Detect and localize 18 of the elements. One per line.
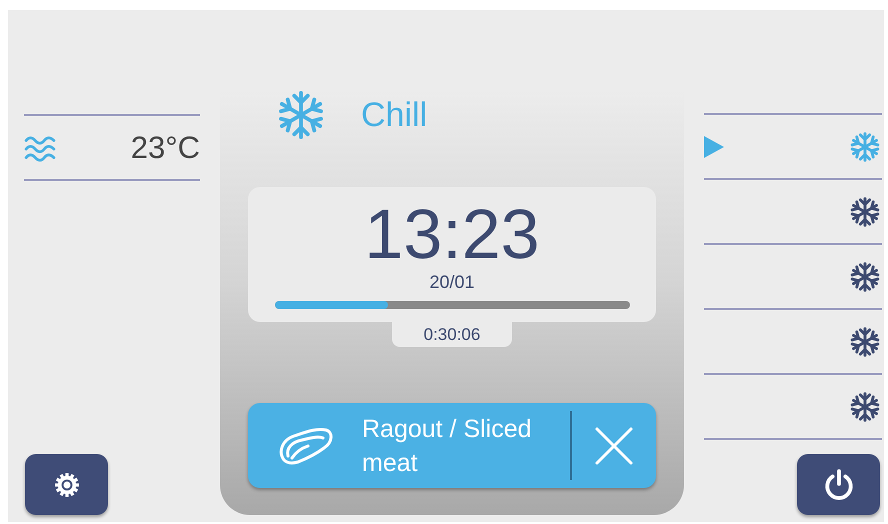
snowflake-icon <box>850 132 880 162</box>
snowflake-icon <box>850 262 880 292</box>
clock-date: 20/01 <box>429 271 475 293</box>
play-icon <box>704 136 724 158</box>
power-button[interactable] <box>797 454 880 515</box>
remaining-time: 0:30:06 <box>424 324 480 344</box>
program-label: Ragout / Sliced meat <box>362 414 533 478</box>
mode-label: Chill <box>361 96 428 134</box>
settings-button[interactable] <box>25 454 108 515</box>
close-icon <box>594 426 634 466</box>
snowflake-icon <box>850 392 880 422</box>
clock-time: 13:23 <box>364 197 540 271</box>
power-icon <box>822 468 854 500</box>
meat-icon <box>278 426 334 466</box>
settings-icon <box>54 472 80 498</box>
snowflake-icon <box>850 326 880 356</box>
snowflake-icon <box>850 196 880 226</box>
temperature-reading: 23°C <box>130 130 200 166</box>
